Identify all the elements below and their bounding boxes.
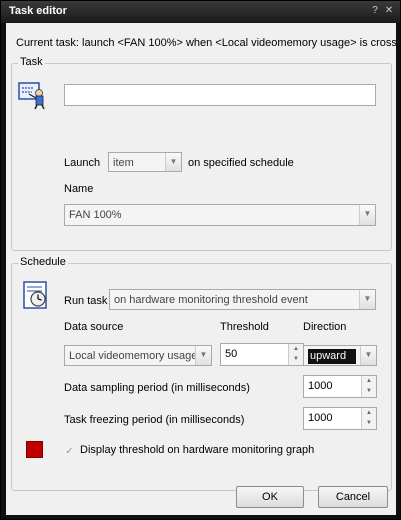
title-bar[interactable]: Task editor ? ✕	[1, 1, 400, 23]
data-source-label: Data source	[64, 321, 124, 333]
chevron-down-icon[interactable]: ▼	[360, 346, 376, 365]
spin-down-icon[interactable]: ▼	[362, 386, 376, 396]
spin-up-icon[interactable]: ▲	[362, 408, 376, 418]
task-editor-window: Task editor ? ✕ Current task: launch <FA…	[0, 0, 401, 520]
display-threshold-checkbox[interactable]: ✓	[64, 446, 75, 457]
freezing-spinner[interactable]: ▲ ▼	[361, 408, 376, 429]
run-task-value: on hardware monitoring threshold event	[114, 294, 308, 306]
launch-suffix-label: on specified schedule	[188, 157, 294, 169]
chevron-down-icon[interactable]: ▼	[359, 205, 375, 225]
sampling-spinner[interactable]: ▲ ▼	[361, 376, 376, 397]
schedule-group-label: Schedule	[18, 256, 68, 268]
chevron-down-icon[interactable]: ▼	[195, 346, 211, 365]
threshold-spinner[interactable]: ▲ ▼	[288, 344, 303, 365]
sampling-period-input[interactable]: 1000 ▲ ▼	[303, 375, 377, 398]
spin-up-icon[interactable]: ▲	[289, 344, 303, 354]
freezing-period-input[interactable]: 1000 ▲ ▼	[303, 407, 377, 430]
direction-label: Direction	[303, 321, 347, 333]
close-icon[interactable]: ✕	[382, 5, 396, 17]
spin-down-icon[interactable]: ▼	[289, 354, 303, 364]
clock-calendar-icon	[22, 280, 52, 310]
name-label: Name	[64, 183, 94, 195]
sampling-period-label: Data sampling period (in milliseconds)	[64, 382, 250, 394]
task-group-label: Task	[18, 56, 45, 68]
window-title: Task editor	[9, 5, 67, 17]
threshold-color-swatch[interactable]	[26, 441, 43, 458]
name-select[interactable]: FAN 100% ▼	[64, 204, 376, 226]
threshold-input[interactable]: 50 ▲ ▼	[220, 343, 304, 366]
run-task-label: Run task	[64, 295, 108, 307]
spin-down-icon[interactable]: ▼	[362, 418, 376, 428]
task-wizard-icon	[18, 80, 48, 110]
launch-label: Launch	[64, 157, 101, 169]
launch-type-value: item	[113, 157, 134, 169]
direction-select[interactable]: upward ▼	[303, 345, 377, 366]
chevron-down-icon[interactable]: ▼	[359, 290, 375, 309]
freezing-period-label: Task freezing period (in milliseconds)	[64, 414, 245, 426]
run-task-select[interactable]: on hardware monitoring threshold event ▼	[109, 289, 376, 310]
name-value: FAN 100%	[69, 209, 122, 221]
ok-button[interactable]: OK	[236, 486, 304, 508]
direction-value: upward	[308, 349, 357, 364]
sampling-period-value: 1000	[308, 380, 333, 392]
data-source-value: Local videomemory usage	[69, 350, 198, 362]
data-source-select[interactable]: Local videomemory usage ▼	[64, 345, 212, 366]
schedule-group: Schedule Run task on hardware monitoring…	[11, 256, 392, 491]
task-group: Task Launch item ▼ on specified schedule…	[11, 56, 392, 251]
current-task-text: Current task: launch <FAN 100%> when <Lo…	[16, 37, 396, 49]
task-search-input[interactable]	[64, 84, 376, 106]
threshold-value: 50	[225, 348, 238, 360]
chevron-down-icon[interactable]: ▼	[165, 153, 181, 171]
help-icon[interactable]: ?	[368, 5, 382, 17]
threshold-label: Threshold	[220, 321, 269, 333]
freezing-period-value: 1000	[308, 412, 333, 424]
spin-up-icon[interactable]: ▲	[362, 376, 376, 386]
display-threshold-label: Display threshold on hardware monitoring…	[80, 444, 315, 456]
dialog-client-area: Current task: launch <FAN 100%> when <Lo…	[6, 23, 396, 515]
cancel-button[interactable]: Cancel	[318, 486, 388, 508]
launch-type-select[interactable]: item ▼	[108, 152, 182, 172]
